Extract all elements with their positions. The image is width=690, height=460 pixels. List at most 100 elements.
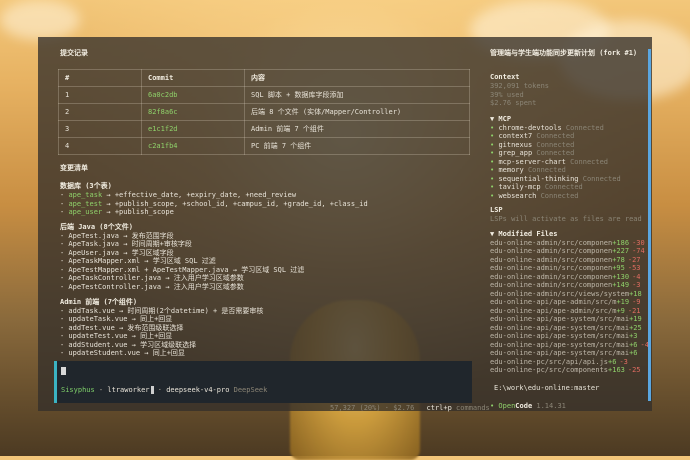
table-row: 3 e1c1f2d Admin 前端 7 个组件 xyxy=(58,120,470,138)
lines-added: +149 xyxy=(612,281,630,289)
lsp-title: LSP xyxy=(490,206,503,214)
sidebar: 管理端与学生端功能同步更新计划 (fork #1) Context 392,09… xyxy=(484,37,652,411)
mcp-status: Connected xyxy=(570,157,609,166)
commit-hash: 6a0c2db xyxy=(141,86,245,104)
file-path: edu-online-admin/src/componen xyxy=(490,247,613,255)
lines-removed: -3 xyxy=(619,357,628,366)
modified-file-row[interactable]: edu-online-api/ape-system/src/mai+3 xyxy=(490,332,641,341)
mcp-name: context7 xyxy=(498,132,533,140)
modified-file-row[interactable]: edu-online-admin/src/componen+227 -74 xyxy=(490,247,645,256)
modified-file-row[interactable]: edu-online-api/ape-system/src/mai+19 xyxy=(490,315,645,324)
modified-file-row[interactable]: edu-online-api/ape-system/src/mai+6 -4 xyxy=(490,341,649,350)
modified-file-row[interactable]: edu-online-pc/src/api/api.js+6 -3 xyxy=(490,358,628,367)
commit-hash: e1c1f2d xyxy=(141,120,245,138)
modified-file-row[interactable]: edu-online-admin/src/componen+186 -30 xyxy=(490,239,645,248)
lines-added: +227 xyxy=(612,247,630,255)
mcp-name: websearch xyxy=(498,191,537,200)
file-path: edu-online-api/ape-system/src/mai xyxy=(490,349,630,357)
lines-added: +18 xyxy=(629,289,642,298)
mcp-item: • memory Connected xyxy=(490,166,566,174)
lines-added: +78 xyxy=(612,255,625,264)
modified-file-row[interactable]: edu-online-api/ape-system/src/mai+25 xyxy=(490,324,645,333)
list-item: - ApeTask.java → 时间周期+审核字段 xyxy=(60,240,192,248)
modified-file-row[interactable]: edu-online-admin/src/componen+95 -53 xyxy=(490,264,641,273)
worker-name: ltraworker xyxy=(107,386,150,394)
modified-file-row[interactable]: edu-online-api/ape-system/src/mai+6 xyxy=(490,349,641,358)
mcp-status: Connected xyxy=(536,140,575,149)
app-info: • OpenCode 1.14.31 xyxy=(490,402,566,411)
lines-added: +6 xyxy=(629,340,638,349)
mcp-section-toggle[interactable]: ▼ MCP xyxy=(490,115,511,124)
cost: $2.76 xyxy=(393,404,415,412)
prompt-input[interactable]: Sisyphus - ltraworker · deepseek-v4-pro … xyxy=(54,361,472,403)
lines-added: +19 xyxy=(629,315,642,323)
lines-removed: -3 xyxy=(632,281,641,289)
mcp-status: Connected xyxy=(540,191,579,200)
column-header: Commit xyxy=(141,69,245,87)
mcp-name: tavily-mcp xyxy=(498,183,541,191)
table-row: 1 6a0c2db SQL 脚本 + 数据库字段添加 xyxy=(58,86,470,104)
sidebar-scrollbar[interactable] xyxy=(648,49,651,401)
commit-number: 1 xyxy=(58,86,142,104)
column-header: 内容 xyxy=(244,69,470,87)
mcp-name: mcp-server-chart xyxy=(498,157,566,166)
mcp-status: Connected xyxy=(527,166,566,174)
mcp-name: sequential-thinking xyxy=(498,174,579,183)
modified-file-row[interactable]: edu-online-pc/src/components+163 -25 xyxy=(490,366,641,375)
commit-number: 2 xyxy=(58,103,142,121)
mcp-item: • sequential-thinking Connected xyxy=(490,174,621,183)
commits-table: # Commit 内容 1 6a0c2db SQL 脚本 + 数据库字段添加 2… xyxy=(58,69,470,155)
table-row: 4 c2a1fb4 PC 前端 7 个组件 xyxy=(58,137,470,155)
agent-name: Sisyphus xyxy=(61,386,95,394)
status-bar: 57,327 (20%) · $2.76 ctrl+p commands xyxy=(330,404,490,412)
table-change: +publish_scope xyxy=(114,208,174,216)
lines-added: +3 xyxy=(629,332,638,340)
command-hint-key[interactable]: ctrl+p xyxy=(427,404,452,412)
list-item: - ape_user → +publish_scope xyxy=(60,208,174,216)
mcp-name: grep_app xyxy=(498,149,533,157)
backend-section-title: 后端 Java (8个文件) xyxy=(60,223,133,231)
separator: · xyxy=(153,386,167,394)
mcp-status: Connected xyxy=(565,123,604,132)
app-version: 1.14.31 xyxy=(536,402,566,410)
admin-section-title: Admin 前端 (7个组件) xyxy=(60,298,138,306)
lines-removed: -53 xyxy=(627,264,641,272)
list-item: - updateTask.vue → 同上+回显 xyxy=(60,315,173,323)
file-path: edu-online-admin/src/componen xyxy=(490,255,613,264)
modified-file-row[interactable]: edu-online-admin/src/componen+130 -4 xyxy=(490,273,641,282)
mcp-item: • context7 Connected xyxy=(490,132,575,140)
modified-file-row[interactable]: edu-online-admin/src/componen+149 -3 xyxy=(490,281,641,290)
text-cursor xyxy=(61,367,66,376)
modified-files-toggle[interactable]: ▼ Modified Files xyxy=(490,230,557,239)
modified-file-row[interactable]: edu-online-api/ape-admin/src/m+19 -9 xyxy=(490,298,641,307)
context-title: Context xyxy=(490,73,520,81)
file-path: edu-online-api/ape-system/src/mai xyxy=(490,323,630,332)
file-path: edu-online-admin/src/componen xyxy=(490,272,613,281)
commit-content: SQL 脚本 + 数据库字段添加 xyxy=(244,86,470,104)
mcp-status: Connected xyxy=(582,174,621,183)
lines-added: +9 xyxy=(616,306,625,315)
commit-number: 3 xyxy=(58,120,142,138)
context-spent: $2.76 spent xyxy=(490,99,537,107)
table-name: ape_user xyxy=(68,208,103,216)
lines-removed: -30 xyxy=(632,238,645,247)
mcp-item: • gitnexus Connected xyxy=(490,140,575,149)
modified-file-row[interactable]: edu-online-admin/src/componen+78 -27 xyxy=(490,256,641,265)
chat-area[interactable]: 提交记录 # Commit 内容 1 6a0c2db SQL 脚本 + 数据库字… xyxy=(38,37,490,412)
mcp-item: • chrome-devtools Connected xyxy=(490,123,604,132)
file-path: edu-online-api/ape-admin/src/m xyxy=(490,298,617,306)
lines-added: +186 xyxy=(612,238,630,247)
model-name: deepseek-v4-pro xyxy=(166,386,230,394)
modified-file-row[interactable]: edu-online-admin/src/views/system+18 xyxy=(490,290,645,299)
changes-title: 变更清单 xyxy=(60,164,88,172)
commit-content: 后端 8 个文件 (实体/Mapper/Controller) xyxy=(244,103,470,121)
file-path: edu-online-api/ape-system/src/mai xyxy=(490,340,630,349)
modified-file-row[interactable]: edu-online-api/ape-admin/src/m+9 -21 xyxy=(490,307,641,316)
token-count: 57,327 (20%) xyxy=(330,404,381,412)
file-path: edu-online-pc/src/components xyxy=(490,366,609,374)
lines-added: +25 xyxy=(629,323,642,332)
table-change: +effective_date, +expiry_date, +need_rev… xyxy=(114,191,297,199)
mcp-status: Connected xyxy=(536,132,575,140)
file-path: edu-online-admin/src/views/system xyxy=(490,289,630,298)
lines-added: +19 xyxy=(616,298,630,306)
